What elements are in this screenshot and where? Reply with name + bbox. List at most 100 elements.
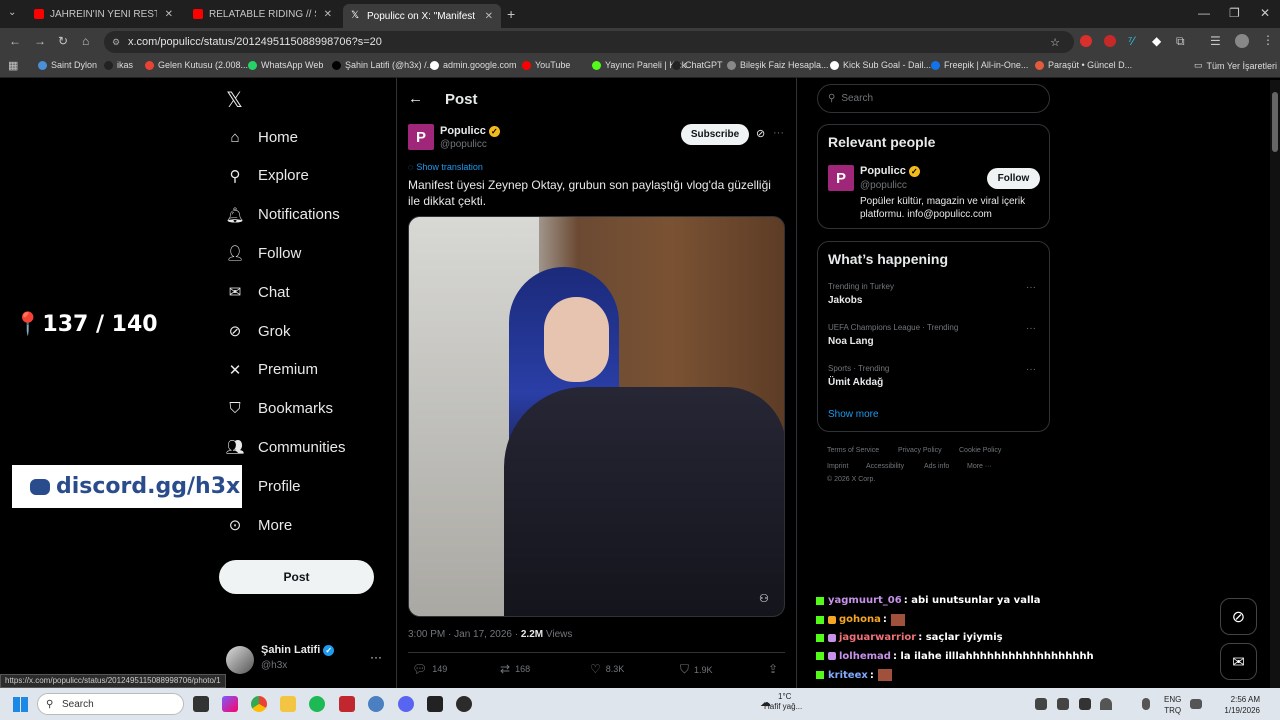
task-view-icon[interactable] xyxy=(193,696,209,712)
taskbar-search[interactable]: ⚲ Search xyxy=(37,693,184,715)
bookmark-item[interactable]: WhatsApp Web xyxy=(248,60,323,70)
more-dots-icon[interactable]: ··· xyxy=(773,127,784,139)
more-dots-icon[interactable]: ··· xyxy=(1026,364,1036,375)
footer-link[interactable]: Ads info xyxy=(924,463,949,470)
close-icon[interactable]: ✕ xyxy=(165,9,173,20)
mic-icon[interactable] xyxy=(1142,698,1150,710)
nav-item-more[interactable]: ⊙ More xyxy=(226,516,292,535)
language-indicator[interactable]: ENG TRQ xyxy=(1164,694,1181,716)
tab-jahrein[interactable]: JAHREIN'İN YENİ RESTORANINA ✕ xyxy=(26,4,181,24)
bookmark-item[interactable]: Paraşüt • Güncel D... xyxy=(1035,60,1132,70)
spotify-icon[interactable] xyxy=(309,696,325,712)
follow-button[interactable]: Follow xyxy=(987,168,1040,189)
bookmark-item[interactable]: Gelen Kutusu (2.008... xyxy=(145,60,248,70)
tab-populicc[interactable]: 𝕏 Populicc on X: "Manifest üyesi Z ✕ xyxy=(343,4,501,28)
back-arrow-icon[interactable]: ← xyxy=(408,90,423,107)
new-tab-button[interactable]: + xyxy=(507,6,515,22)
footer-link[interactable]: Imprint xyxy=(827,463,848,470)
share-button[interactable]: ⇪ xyxy=(768,662,783,676)
grok-fab[interactable]: ⊘ xyxy=(1220,598,1257,635)
home-icon[interactable]: ⌂ xyxy=(82,34,89,48)
extension-icon[interactable]: ◆ xyxy=(1152,34,1161,48)
author-name[interactable]: Populicc xyxy=(440,125,486,137)
show-translation-link[interactable]: ◌ Show translation xyxy=(408,162,483,172)
app-icon[interactable] xyxy=(339,696,355,712)
nav-item-follow[interactable]: 👤︎ Follow xyxy=(225,244,301,263)
extension-icon[interactable] xyxy=(1080,35,1092,47)
bookmark-item[interactable]: Şahin Latifi (@h3x) /... xyxy=(332,60,434,70)
scrollbar-thumb[interactable] xyxy=(1272,92,1278,152)
nav-item-premium[interactable]: ✕ Premium xyxy=(226,361,318,379)
nav-item-explore[interactable]: ⚲ Explore xyxy=(226,167,309,185)
network-icon[interactable] xyxy=(1190,699,1202,709)
footer-link[interactable]: Accessibility xyxy=(866,463,904,470)
subscribe-button[interactable]: Subscribe xyxy=(681,124,749,145)
extension-icon[interactable] xyxy=(1104,35,1116,47)
restore-icon[interactable]: ❐ xyxy=(1229,6,1240,20)
tab-search-icon[interactable]: ⌄ xyxy=(8,7,16,18)
show-more-link[interactable]: Show more xyxy=(828,409,879,420)
reload-icon[interactable]: ↻ xyxy=(58,34,68,48)
bookmark-star-icon[interactable]: ☆ xyxy=(1050,36,1060,49)
bookmark-item[interactable]: admin.google.com xyxy=(430,60,517,70)
reply-button[interactable]: 💬︎ 149 xyxy=(412,662,447,676)
nav-item-communities[interactable]: 👥︎ Communities xyxy=(225,438,345,457)
bookmark-item[interactable]: Freepik | All-in-One... xyxy=(931,60,1028,70)
author-handle[interactable]: @populicc xyxy=(440,139,487,150)
more-dots-icon[interactable]: ··· xyxy=(1026,323,1036,334)
nav-item-notifications[interactable]: 🔔︎ Notifications xyxy=(225,206,339,224)
bookmark-item[interactable]: YouTube xyxy=(522,60,570,70)
alt-text-icon[interactable]: ⚇ xyxy=(759,592,769,605)
trend-item[interactable]: Sports · Trending Ümit Akdağ ··· xyxy=(828,364,1040,388)
forward-icon[interactable]: → xyxy=(34,34,46,48)
address-bar[interactable]: ⚙ x.com/populicc/status/2012495115088998… xyxy=(104,31,1074,53)
footer-link[interactable]: More ··· xyxy=(967,463,992,470)
tray-icon[interactable] xyxy=(1057,698,1069,710)
trend-item[interactable]: UEFA Champions League · Trending Noa Lang… xyxy=(828,323,1040,347)
person-name[interactable]: Populicc xyxy=(860,165,906,177)
obs-icon[interactable] xyxy=(456,696,472,712)
reading-list-icon[interactable]: ☰ xyxy=(1210,34,1221,48)
close-icon[interactable]: ✕ xyxy=(324,9,332,20)
nav-item-bookmarks[interactable]: ⛉ Bookmarks xyxy=(226,400,333,418)
copilot-icon[interactable] xyxy=(222,696,238,712)
site-info-icon[interactable]: ⚙ xyxy=(112,37,120,48)
nav-item-chat[interactable]: ✉ Chat xyxy=(226,283,290,302)
account-switcher[interactable]: Şahin Latifi ✓ @h3x ··· xyxy=(226,644,386,676)
windows-start-icon[interactable] xyxy=(13,697,28,712)
apps-icon[interactable]: ▦ xyxy=(8,59,18,72)
bookmark-item[interactable]: Kick Sub Goal - Dail... xyxy=(830,60,931,70)
clock[interactable]: 2:56 AM 1/19/2026 xyxy=(1220,694,1260,716)
tab-relatable[interactable]: RELATABLE RIDING // Saas-Fee ✕ xyxy=(185,4,340,24)
discord-icon[interactable] xyxy=(398,696,414,712)
post-button[interactable]: Post xyxy=(219,560,374,594)
more-dots-icon[interactable]: ··· xyxy=(1026,282,1036,293)
more-dots-icon[interactable]: ··· xyxy=(370,650,382,664)
puzzle-icon[interactable]: ⧉ xyxy=(1176,34,1185,49)
scrollbar-track[interactable] xyxy=(1270,80,1280,688)
profile-avatar[interactable] xyxy=(1235,34,1249,48)
search-input[interactable]: ⚲ Search xyxy=(817,84,1050,113)
messages-fab[interactable]: ✉ xyxy=(1220,643,1257,680)
bookmark-item[interactable]: Bileşik Faiz Hesapla... xyxy=(727,60,829,70)
post-timestamp[interactable]: 3:00 PM · Jan 17, 2026 · xyxy=(408,629,518,640)
file-explorer-icon[interactable] xyxy=(280,696,296,712)
author-avatar[interactable]: P xyxy=(408,124,434,150)
nav-item-home[interactable]: ⌂ Home xyxy=(226,128,298,146)
settings-icon[interactable] xyxy=(368,696,384,712)
close-icon[interactable]: ✕ xyxy=(485,11,493,22)
bookmark-item[interactable]: ikas xyxy=(104,60,133,70)
extension-icon[interactable]: ⁷⁄ xyxy=(1128,34,1134,48)
footer-link[interactable]: Terms of Service xyxy=(827,447,879,454)
footer-link[interactable]: Cookie Policy xyxy=(959,447,1001,454)
wifi-icon[interactable] xyxy=(1100,698,1112,710)
repost-button[interactable]: ⇄ 168 xyxy=(500,662,530,676)
nav-item-grok[interactable]: ⊘ Grok xyxy=(226,322,291,341)
window-close-icon[interactable]: ✕ xyxy=(1260,6,1270,20)
bookmark-item[interactable]: Saint Dylon xyxy=(38,60,97,70)
back-icon[interactable]: ← xyxy=(9,34,21,48)
bookmark-button[interactable]: ⛉ 1.9K xyxy=(680,662,713,677)
minimize-icon[interactable]: — xyxy=(1198,6,1210,20)
terminal-icon[interactable] xyxy=(427,696,443,712)
tray-icon[interactable] xyxy=(1035,698,1047,710)
